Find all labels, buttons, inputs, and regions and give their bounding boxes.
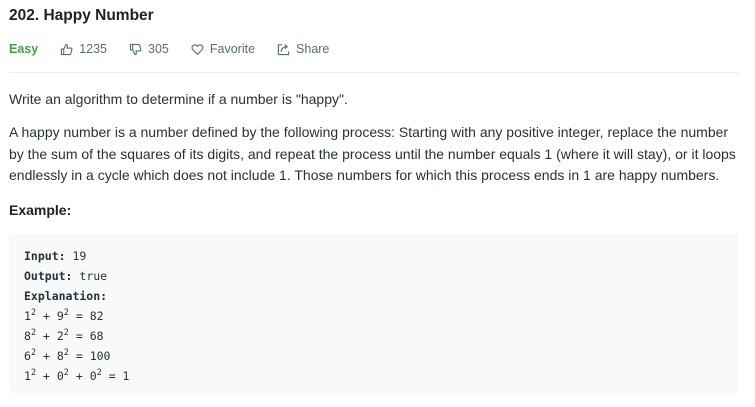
explanation-label: Explanation: [24, 289, 108, 303]
input-label: Input: [24, 249, 66, 263]
input-value: 19 [72, 249, 87, 263]
example-code-block: Input: 19 Output: true Explanation: 12 +… [9, 234, 738, 393]
divider [9, 72, 739, 73]
dislike-button[interactable]: 305 [129, 42, 169, 56]
example-code: Input: 19 Output: true Explanation: 12 +… [24, 246, 129, 386]
explanation-step: 12 + 92 = 82 [24, 308, 104, 323]
thumbs-up-icon [61, 43, 73, 55]
output-label: Output: [24, 269, 73, 283]
heart-icon [191, 43, 204, 55]
example-output-line: Output: true [24, 266, 129, 286]
problem-meta-bar: Easy 1235 305 Favorite Share [9, 40, 351, 58]
share-icon [277, 43, 290, 55]
dislike-count: 305 [148, 42, 169, 56]
share-label: Share [296, 42, 330, 56]
like-button[interactable]: 1235 [60, 42, 107, 56]
output-value: true [79, 269, 108, 283]
share-button[interactable]: Share [277, 42, 329, 56]
problem-title: 202. Happy Number [9, 7, 154, 24]
example-input-line: Input: 19 [24, 246, 129, 266]
example-heading: Example: [9, 202, 72, 218]
explanation-step: 62 + 82 = 100 [24, 348, 111, 363]
description-intro: Write an algorithm to determine if a num… [9, 91, 348, 107]
example-explanation-line: Explanation: [24, 286, 129, 306]
like-count: 1235 [79, 42, 108, 56]
explanation-step: 82 + 22 = 68 [24, 328, 104, 343]
description-body: A happy number is a number defined by th… [9, 124, 736, 183]
thumbs-down-icon [129, 43, 142, 55]
favorite-button[interactable]: Favorite [191, 42, 255, 56]
favorite-label: Favorite [209, 42, 256, 56]
difficulty-badge: Easy [9, 42, 39, 56]
explanation-step: 12 + 02 + 02 = 1 [24, 368, 130, 383]
